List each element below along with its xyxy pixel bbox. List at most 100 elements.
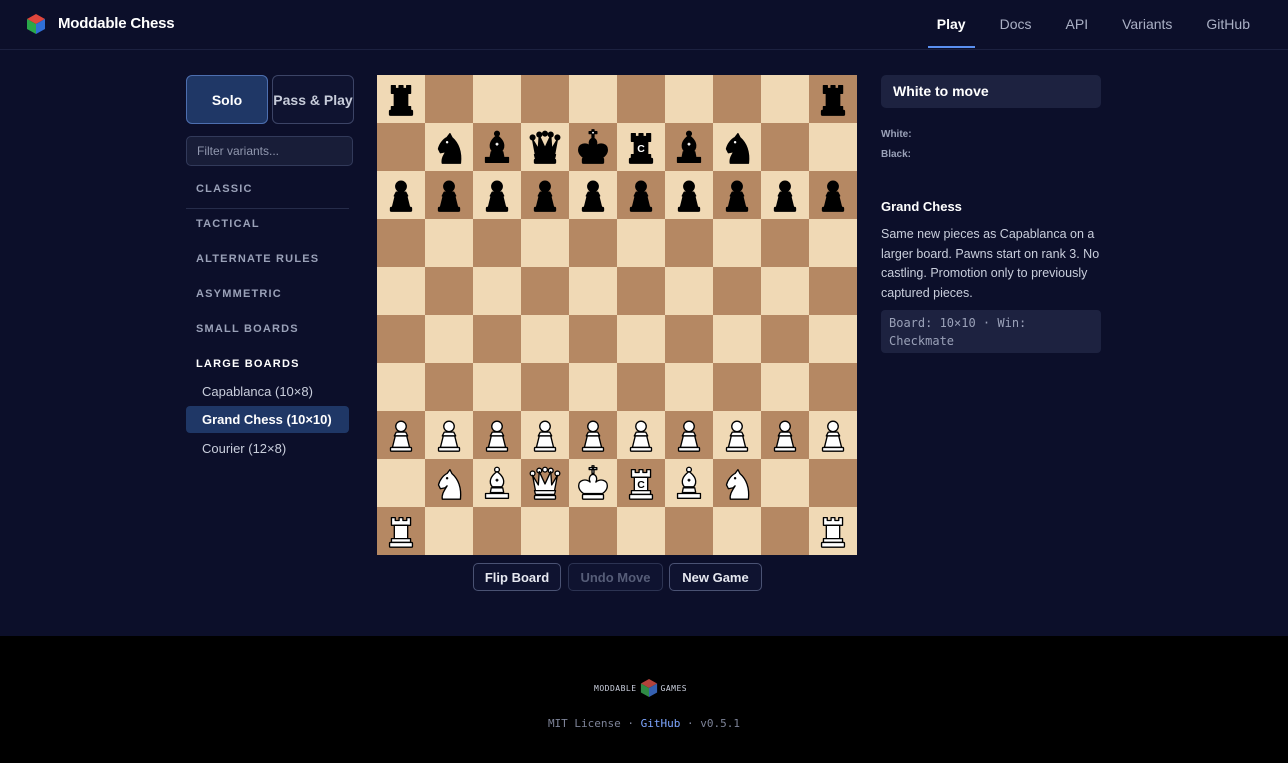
board-square[interactable] [761, 123, 809, 171]
board-square[interactable] [665, 459, 713, 507]
board-square[interactable] [425, 171, 473, 219]
board-square[interactable] [761, 219, 809, 267]
board-square[interactable] [377, 363, 425, 411]
board-square[interactable] [665, 411, 713, 459]
board-square[interactable] [473, 267, 521, 315]
white-knight-icon[interactable] [428, 462, 470, 504]
board-square[interactable] [809, 123, 857, 171]
black-pawn-icon[interactable] [764, 174, 806, 216]
footer-github-link[interactable]: GitHub [641, 717, 681, 730]
category-classic[interactable]: CLASSIC [196, 183, 253, 195]
white-bishop-icon[interactable] [668, 462, 710, 504]
board-square[interactable] [569, 507, 617, 555]
board-square[interactable] [425, 315, 473, 363]
black-rook-icon[interactable] [380, 78, 422, 120]
black-pawn-icon[interactable] [476, 174, 518, 216]
category-alternate-rules[interactable]: ALTERNATE RULES [196, 253, 319, 265]
board-square[interactable] [377, 459, 425, 507]
black-chancellor-icon[interactable]: C [620, 126, 662, 168]
black-pawn-icon[interactable] [620, 174, 662, 216]
category-small-boards[interactable]: SMALL BOARDS [196, 323, 299, 335]
board-square[interactable] [377, 411, 425, 459]
board-square[interactable] [425, 363, 473, 411]
board-square[interactable] [761, 507, 809, 555]
white-pawn-icon[interactable] [428, 414, 470, 456]
white-pawn-icon[interactable] [716, 414, 758, 456]
board-square[interactable] [377, 507, 425, 555]
black-pawn-icon[interactable] [812, 174, 854, 216]
board-square[interactable] [473, 75, 521, 123]
board-square[interactable] [761, 411, 809, 459]
board-square[interactable]: C [617, 123, 665, 171]
board-square[interactable] [713, 411, 761, 459]
black-pawn-icon[interactable] [428, 174, 470, 216]
board-square[interactable] [569, 363, 617, 411]
white-knight-icon[interactable] [716, 462, 758, 504]
board-square[interactable] [521, 171, 569, 219]
board-square[interactable] [569, 267, 617, 315]
black-king-icon[interactable] [572, 126, 614, 168]
board-square[interactable] [473, 507, 521, 555]
board-square[interactable] [521, 267, 569, 315]
variant-capablanca[interactable]: Capablanca (10×8) [186, 378, 349, 405]
category-asymmetric[interactable]: ASYMMETRIC [196, 288, 282, 300]
board-square[interactable] [617, 507, 665, 555]
board-square[interactable] [473, 363, 521, 411]
board-square[interactable] [377, 123, 425, 171]
board-square[interactable] [617, 219, 665, 267]
variant-courier[interactable]: Courier (12×8) [186, 435, 349, 462]
white-king-icon[interactable] [572, 462, 614, 504]
black-queen-icon[interactable] [524, 126, 566, 168]
board-square[interactable] [521, 363, 569, 411]
board-square[interactable] [521, 507, 569, 555]
board-square[interactable] [521, 75, 569, 123]
board-square[interactable] [713, 363, 761, 411]
board-square[interactable] [809, 171, 857, 219]
category-large-boards[interactable]: LARGE BOARDS [196, 358, 300, 370]
black-knight-icon[interactable] [428, 126, 470, 168]
board-square[interactable] [713, 171, 761, 219]
board-square[interactable] [665, 507, 713, 555]
board-square[interactable] [665, 219, 713, 267]
board-square[interactable] [425, 267, 473, 315]
flip-board-button[interactable]: Flip Board [473, 563, 561, 591]
board-square[interactable] [569, 459, 617, 507]
nav-api[interactable]: API [1066, 0, 1089, 48]
nav-play[interactable]: Play [927, 0, 975, 48]
board-square[interactable] [425, 123, 473, 171]
black-rook-icon[interactable] [812, 78, 854, 120]
board-square[interactable] [473, 171, 521, 219]
board-square[interactable] [569, 123, 617, 171]
board-square[interactable] [377, 219, 425, 267]
board-square[interactable] [569, 75, 617, 123]
board-square[interactable] [665, 75, 713, 123]
nav-variants[interactable]: Variants [1122, 0, 1172, 48]
black-bishop-icon[interactable] [476, 126, 518, 168]
board-square[interactable] [425, 459, 473, 507]
white-pawn-icon[interactable] [764, 414, 806, 456]
black-pawn-icon[interactable] [668, 174, 710, 216]
white-queen-icon[interactable] [524, 462, 566, 504]
board-square[interactable] [713, 267, 761, 315]
mode-solo-button[interactable]: Solo [186, 75, 268, 124]
board-square[interactable] [713, 75, 761, 123]
white-pawn-icon[interactable] [812, 414, 854, 456]
brand-title[interactable]: Moddable Chess [58, 15, 175, 32]
board-square[interactable] [521, 411, 569, 459]
board-square[interactable] [617, 315, 665, 363]
white-pawn-icon[interactable] [668, 414, 710, 456]
board-square[interactable] [665, 123, 713, 171]
board-square[interactable] [713, 315, 761, 363]
board-square[interactable] [761, 459, 809, 507]
category-tactical[interactable]: TACTICAL [196, 218, 260, 230]
board-square[interactable] [761, 363, 809, 411]
board-square[interactable] [569, 171, 617, 219]
variant-grand-chess[interactable]: Grand Chess (10×10) [186, 406, 349, 433]
board-square[interactable] [713, 219, 761, 267]
board-square[interactable] [713, 459, 761, 507]
white-pawn-icon[interactable] [524, 414, 566, 456]
board-square[interactable] [569, 411, 617, 459]
white-pawn-icon[interactable] [572, 414, 614, 456]
board-square[interactable] [809, 315, 857, 363]
new-game-button[interactable]: New Game [669, 563, 762, 591]
